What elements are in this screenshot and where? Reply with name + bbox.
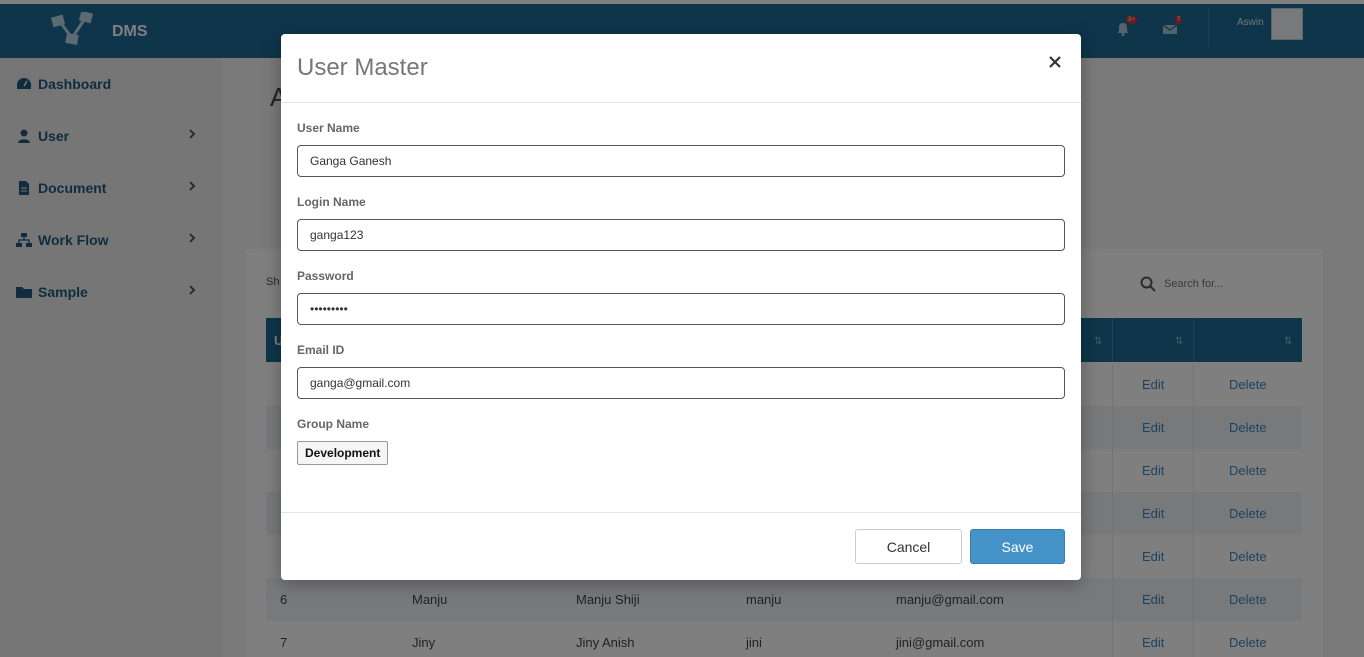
email-label: Email ID <box>297 343 345 357</box>
group-name-label: Group Name <box>297 417 370 431</box>
modal-title: User Master <box>297 54 428 81</box>
email-input[interactable] <box>297 367 1065 399</box>
close-icon[interactable] <box>1047 54 1063 70</box>
group-name-button[interactable]: Development <box>297 441 389 465</box>
login-name-input[interactable] <box>297 219 1065 251</box>
modal-footer: Cancel Save <box>281 512 1081 580</box>
user-name-input[interactable] <box>297 145 1065 177</box>
user-master-dialog: User Master User Name Login Name Passwor… <box>281 34 1081 580</box>
cancel-button[interactable]: Cancel <box>855 529 962 564</box>
login-name-label: Login Name <box>297 195 366 209</box>
user-name-label: User Name <box>297 121 360 135</box>
password-input[interactable] <box>297 293 1065 325</box>
password-label: Password <box>297 269 354 283</box>
modal-header: User Master <box>281 34 1081 103</box>
save-button[interactable]: Save <box>970 529 1065 564</box>
